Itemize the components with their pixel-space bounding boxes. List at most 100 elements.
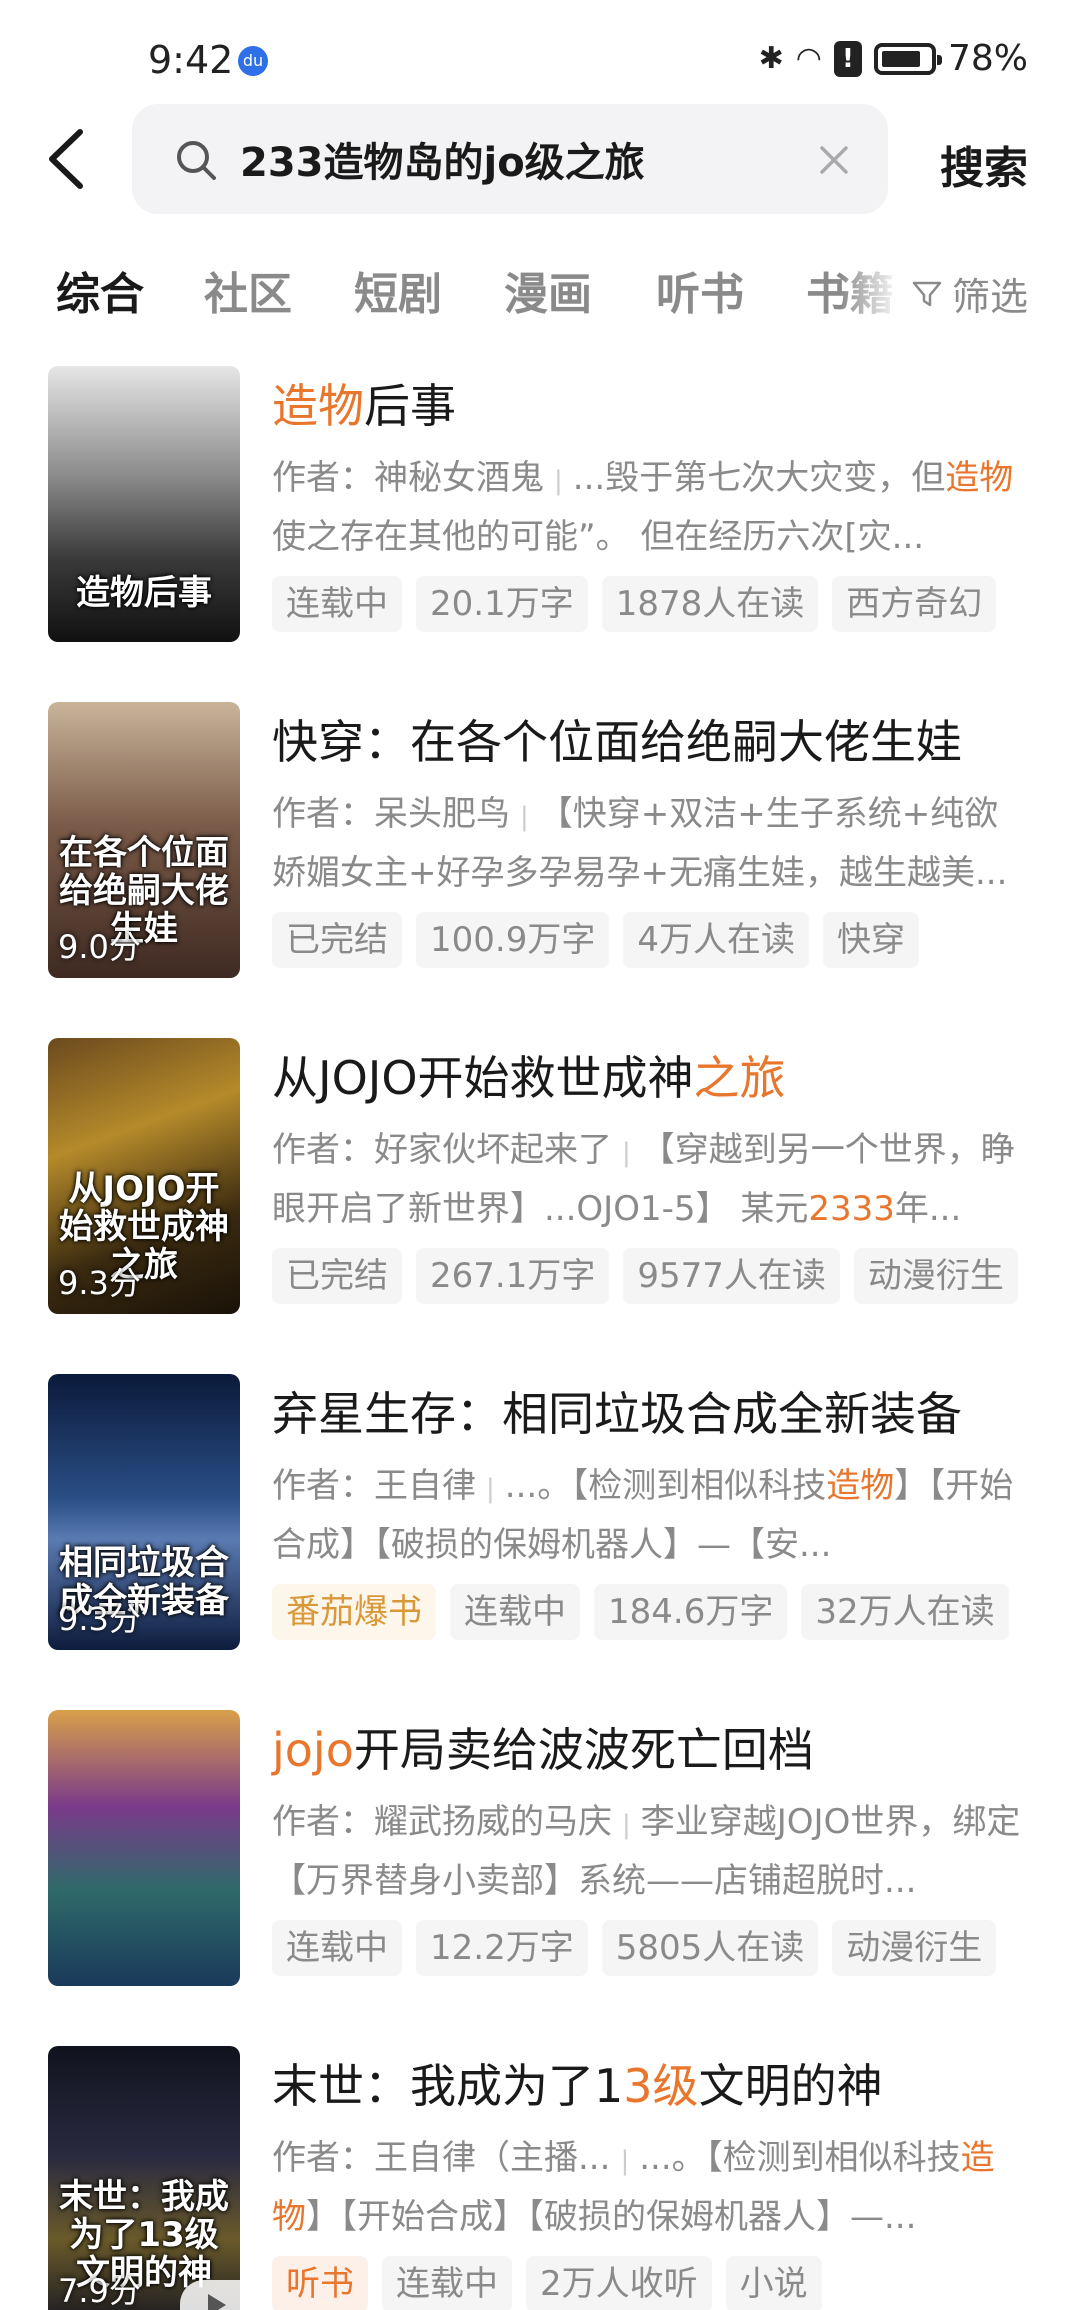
desc-text: ...毁于第七次大灾变，但 (572, 458, 946, 498)
divider: | (486, 1474, 495, 1504)
tab-comprehensive[interactable]: 综合 (56, 258, 144, 322)
filter-label: 筛选 (951, 275, 1028, 319)
book-result-item[interactable]: 末世：我成为了13级文明的神 7.9分 末世：我成为了13级文明的神 作者：王自律（主… (0, 2046, 1080, 2310)
search-header: 搜索 (0, 100, 1080, 220)
title-highlight: 之旅 (693, 1051, 786, 1105)
book-tag: 已完结 (272, 912, 402, 968)
tab-comics[interactable]: 漫画 (504, 258, 592, 322)
book-author: 作者：耀武扬威的马庆 (272, 1802, 612, 1842)
divider: | (520, 802, 529, 832)
book-tag: 连载中 (382, 2256, 512, 2310)
book-tags: 听书 连载中 2万人收听 小说 (272, 2256, 822, 2310)
search-input[interactable] (240, 130, 800, 188)
book-cover[interactable]: 相同垃圾合成全新装备 9.3分 (48, 1374, 240, 1650)
book-title[interactable]: 从JOJO开始救世成神之旅 (272, 1042, 786, 1108)
desc-text: ...。【检测到相似科技 (504, 1466, 827, 1506)
book-tag: 9577人在读 (623, 1248, 840, 1304)
filter-icon (912, 281, 942, 306)
back-button[interactable] (38, 124, 98, 194)
book-cover[interactable]: 从JOJO开始救世成神之旅 9.3分 (48, 1038, 240, 1314)
title-text: 文明的神 (698, 2059, 883, 2113)
book-tag: 267.1万字 (416, 1248, 610, 1304)
book-tag: 听书 (272, 2256, 368, 2310)
tab-community[interactable]: 社区 (204, 258, 292, 322)
clear-icon[interactable] (816, 142, 852, 178)
title-text: 从JOJO开始救世成神 (272, 1051, 694, 1105)
book-result-item[interactable]: 在各个位面给绝嗣大佬生娃 9.0分 快穿：在各个位面给绝嗣大佬生娃作者：呆头肥鸟 | 【… (0, 702, 1080, 982)
tab-audiobooks[interactable]: 听书 (656, 258, 744, 322)
book-tag: 5805人在读 (601, 1920, 819, 1976)
title-highlight: jojo (272, 1723, 354, 1777)
book-tag: 快穿 (822, 912, 919, 968)
book-cover[interactable]: 在各个位面给绝嗣大佬生娃 9.0分 (48, 702, 240, 978)
baidu-notification-icon: du (238, 46, 268, 76)
divider: | (554, 466, 563, 496)
book-tag: 动漫衍生 (853, 1248, 1018, 1304)
book-tag: 番茄爆书 (272, 1584, 436, 1640)
book-tag: 动漫衍生 (832, 1920, 997, 1976)
book-score: 7.9分 (58, 2272, 141, 2310)
book-result-item[interactable]: 造物后事 造物后事 作者：神秘女酒鬼 | ...毁于第七次大灾变，但造物使之存在其他的可… (0, 366, 1080, 646)
title-text: 快穿：在各个位面给绝嗣大佬生娃 (272, 715, 962, 769)
search-button[interactable]: 搜索 (940, 132, 1028, 196)
book-author: 作者：好家伙坏起来了 (272, 1130, 612, 1170)
book-description: 作者：神秘女酒鬼 | ...毁于第七次大灾变，但造物使之存在其他的可能”。 但在经历… (272, 450, 1032, 562)
book-title[interactable]: 造物后事 (272, 370, 456, 436)
divider: | (620, 2146, 630, 2176)
book-title[interactable]: 弃星生存：相同垃圾合成全新装备 (272, 1378, 962, 1444)
book-tag: 184.6万字 (594, 1584, 788, 1640)
title-highlight: 3级 (623, 2059, 699, 2113)
book-tag: 已完结 (272, 1248, 402, 1304)
desc-text: 年... (894, 1189, 962, 1229)
book-tag: 4万人在读 (623, 912, 809, 968)
desc-text: ...。【检测到相似科技 (639, 2138, 961, 2178)
book-tag: 连载中 (272, 576, 402, 632)
book-tag: 小说 (725, 2256, 822, 2310)
book-title[interactable]: 末世：我成为了13级文明的神 (272, 2050, 883, 2116)
book-cover[interactable]: 末世：我成为了13级文明的神 7.9分 (48, 2046, 240, 2310)
divider: | (622, 1138, 631, 1168)
book-title[interactable]: jojo开局卖给波波死亡回档 (272, 1714, 814, 1780)
search-icon (177, 141, 216, 180)
title-text: 开局卖给波波死亡回档 (353, 1723, 814, 1777)
back-arrow-icon (49, 129, 83, 189)
book-result-item[interactable]: 相同垃圾合成全新装备 9.3分 弃星生存：相同垃圾合成全新装备 作者：王自律 | ...。… (0, 1374, 1080, 1654)
desc-highlight: 造物 (945, 458, 1014, 498)
title-text: 末世：我成为了1 (272, 2059, 624, 2113)
book-result-item[interactable]: 从JOJO开始救世成神之旅 9.3分 从JOJO开始救世成神之旅 作者：好家伙坏起来了… (0, 1038, 1080, 1318)
book-author: 作者：王自律（主播... (272, 2138, 611, 2178)
title-text: 弃星生存：相同垃圾合成全新装备 (272, 1387, 962, 1441)
book-result-item[interactable]: jojo开局卖给波波死亡回档作者：耀武扬威的马庆 | 李业穿越JOJO世界，绑定【万… (0, 1710, 1080, 1990)
book-cover[interactable] (48, 1710, 240, 1986)
book-tags: 已完结 100.9万字 4万人在读 快穿 (272, 912, 919, 968)
book-tag: 西方奇幻 (832, 576, 997, 632)
bluetooth-icon: ✱ (758, 40, 784, 76)
play-icon[interactable] (180, 2280, 240, 2310)
desc-highlight: 造物 (826, 1466, 895, 1506)
desc-text: 使之存在其他的可能”。 但在经历六次[灾... (272, 517, 925, 557)
tab-short-drama[interactable]: 短剧 (354, 258, 442, 322)
book-tag: 1878人在读 (601, 576, 819, 632)
book-description: 作者：耀武扬威的马庆 | 李业穿越JOJO世界，绑定【万界替身小卖部】系统——店铺超… (272, 1794, 1032, 1906)
book-tags: 已完结 267.1万字 9577人在读 动漫衍生 (272, 1248, 1018, 1304)
wifi-icon: ◠ (795, 40, 822, 76)
book-tag: 12.2万字 (416, 1920, 588, 1976)
book-title[interactable]: 快穿：在各个位面给绝嗣大佬生娃 (272, 706, 962, 772)
book-cover[interactable]: 造物后事 (48, 366, 240, 642)
desc-highlight: 2333 (808, 1189, 895, 1229)
book-tags: 番茄爆书 连载中 184.6万字 32万人在读 (272, 1584, 1009, 1640)
search-box[interactable] (132, 104, 888, 214)
book-score: 9.3分 (58, 1264, 141, 1302)
battery-icon (873, 42, 942, 75)
alert-icon: ! (833, 40, 862, 77)
book-score: 9.3分 (58, 1600, 141, 1638)
tab-fade (840, 252, 900, 332)
book-tags: 连载中 12.2万字 5805人在读 动漫衍生 (272, 1920, 997, 1976)
filter-button[interactable]: 筛选 (903, 266, 1028, 321)
book-description: 作者：呆头肥鸟 | 【快穿+双洁+生子系统+纯欲娇媚女主+好孕多孕易孕+无痛生娃，越… (272, 786, 1032, 898)
book-tag: 20.1万字 (416, 576, 588, 632)
title-text: 后事 (364, 379, 456, 433)
book-tag: 100.9万字 (416, 912, 610, 968)
book-tag: 32万人在读 (801, 1584, 1009, 1640)
title-highlight: 造物 (272, 379, 364, 433)
